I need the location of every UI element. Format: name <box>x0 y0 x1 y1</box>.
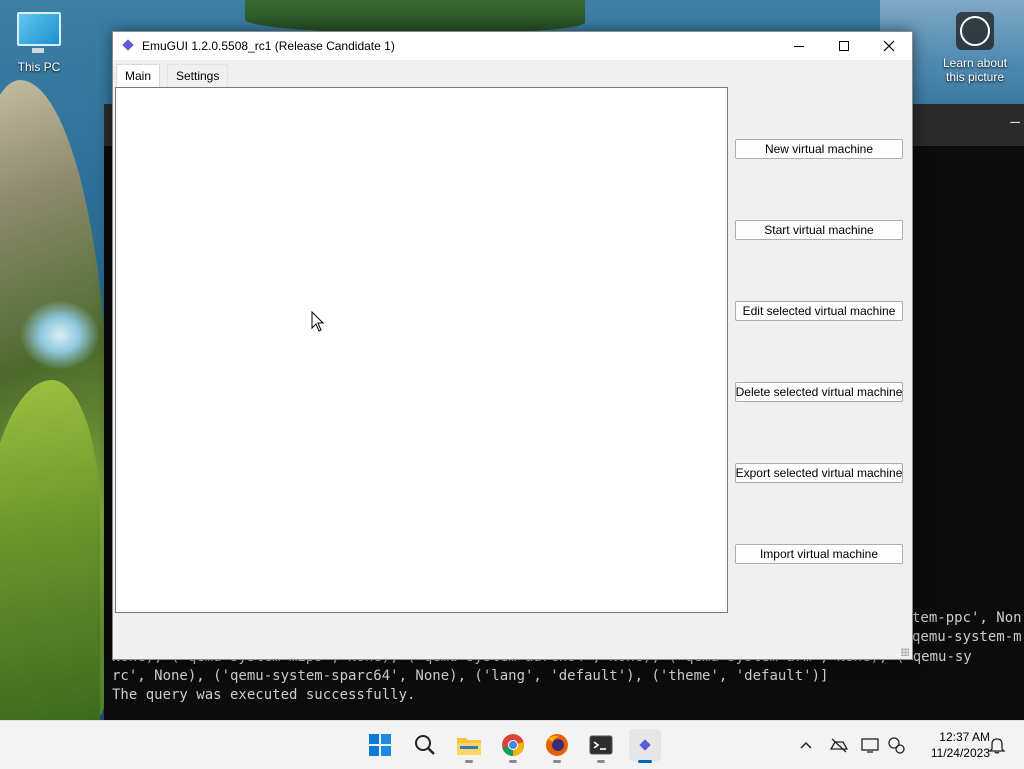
running-indicator <box>597 760 605 763</box>
terminal-line: rc', None), ('qemu-system-sparc64', None… <box>112 668 829 684</box>
display-tray-button[interactable] <box>859 721 881 769</box>
delete-vm-button[interactable]: Delete selected virtual machine <box>735 382 903 402</box>
terminal-icon <box>589 735 613 755</box>
chevron-up-icon <box>800 741 812 749</box>
desktop-icon-learn-about-picture[interactable]: Learn about this picture <box>936 12 1014 84</box>
mouse-cursor-icon <box>311 311 325 332</box>
taskbar-terminal[interactable] <box>585 729 617 763</box>
this-pc-icon <box>17 12 61 53</box>
show-hidden-icons-button[interactable] <box>796 721 816 769</box>
desktop-icon-label: Learn about this picture <box>942 56 1008 84</box>
window-titlebar[interactable]: EmuGUI 1.2.0.5508_rc1 (Release Candidate… <box>113 32 912 60</box>
close-icon <box>883 40 894 52</box>
clock-time: 12:37 AM <box>939 730 990 744</box>
edit-vm-button[interactable]: Edit selected virtual machine <box>735 301 903 321</box>
display-icon <box>861 738 879 753</box>
start-vm-button[interactable]: Start virtual machine <box>735 220 903 240</box>
taskbar-chrome[interactable] <box>497 729 529 763</box>
terminal-line: The query was executed successfully. <box>112 687 416 703</box>
minimize-icon <box>793 45 804 47</box>
close-button[interactable] <box>866 32 911 60</box>
network-tray-button[interactable] <box>828 721 850 769</box>
export-vm-button[interactable]: Export selected virtual machine <box>735 463 903 483</box>
import-vm-button[interactable]: Import virtual machine <box>735 544 903 564</box>
emugui-icon <box>639 739 651 751</box>
notifications-button[interactable] <box>986 721 1008 769</box>
emugui-window: EmuGUI 1.2.0.5508_rc1 (Release Candidate… <box>112 31 913 660</box>
chrome-icon <box>502 734 524 756</box>
file-explorer-icon <box>457 738 481 755</box>
running-indicator <box>465 760 473 763</box>
emugui-app-icon <box>122 39 134 51</box>
clock-date: 11/24/2023 <box>930 746 990 760</box>
windows-start-icon <box>369 734 391 756</box>
tab-main[interactable]: Main <box>116 64 161 88</box>
desktop-icon-label: This PC <box>17 60 61 74</box>
search-icon <box>415 735 435 755</box>
running-indicator <box>553 760 561 763</box>
taskbar-file-explorer[interactable] <box>453 729 485 763</box>
tab-settings[interactable]: Settings <box>167 64 229 87</box>
search-button[interactable] <box>409 729 441 761</box>
taskbar: 12:37 AM 11/24/2023 <box>0 720 1024 769</box>
settings-sync-icon <box>888 737 905 754</box>
maximize-icon <box>838 41 849 51</box>
taskbar-clock[interactable]: 12:37 AM 11/24/2023 <box>914 729 990 761</box>
start-button[interactable] <box>364 729 396 761</box>
minimize-button[interactable] <box>776 32 821 60</box>
taskbar-firefox[interactable] <box>541 729 573 763</box>
firefox-icon <box>546 734 568 756</box>
terminal-minimize-icon[interactable]: — <box>1010 112 1020 131</box>
status-bar <box>113 639 912 659</box>
terminal-line: tem-ppc', Non <box>912 610 1022 626</box>
new-vm-button[interactable]: New virtual machine <box>735 139 903 159</box>
network-offline-icon <box>829 738 849 753</box>
learn-about-picture-icon <box>956 12 994 50</box>
resize-grip[interactable] <box>901 648 909 656</box>
bell-icon <box>989 738 1005 754</box>
running-indicator <box>509 760 517 763</box>
desktop-icon-this-pc[interactable]: This PC <box>10 12 68 74</box>
virtual-machine-list[interactable] <box>115 87 728 613</box>
terminal-line: qemu-system-m <box>912 629 1022 645</box>
window-title: EmuGUI 1.2.0.5508_rc1 (Release Candidate… <box>142 39 395 53</box>
active-indicator <box>638 760 652 763</box>
settings-sync-tray-button[interactable] <box>885 721 907 769</box>
wallpaper-grass <box>0 380 100 720</box>
wallpaper-rock <box>245 0 585 32</box>
maximize-button[interactable] <box>821 32 866 60</box>
taskbar-emugui[interactable] <box>629 729 661 763</box>
wallpaper-surf <box>20 300 100 370</box>
